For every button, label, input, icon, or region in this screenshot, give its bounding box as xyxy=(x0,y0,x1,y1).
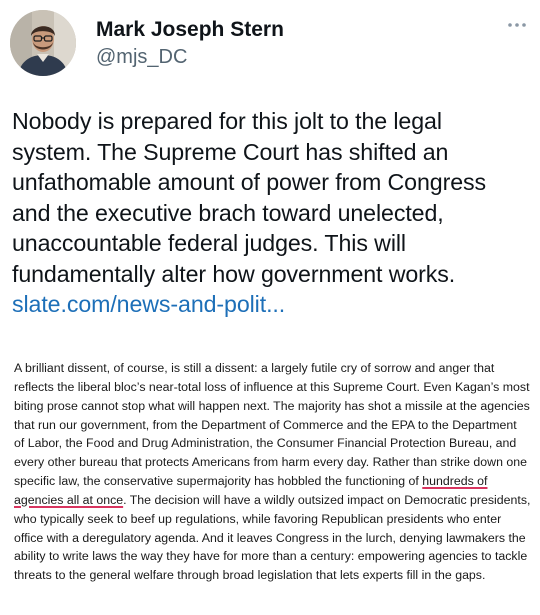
author-handle[interactable]: @mjs_DC xyxy=(96,46,187,69)
author-name[interactable]: Mark Joseph Stern xyxy=(96,18,284,42)
highlighted-phrase: hundreds of xyxy=(422,474,488,489)
excerpt-line: that run our government, from the Depart… xyxy=(14,417,517,432)
tweet-text-line: system. The Supreme Court has shifted an xyxy=(12,138,449,165)
tweet-text-line: fundamentally alter how government works… xyxy=(12,260,456,287)
excerpt-line: agencies all at once. The decision will … xyxy=(14,491,536,510)
article-link[interactable]: slate.com/news-and-polit... xyxy=(12,289,532,320)
tweet-text: Nobody is prepared for this jolt to the … xyxy=(12,106,532,320)
profile-photo xyxy=(10,10,76,76)
tweet-header: Mark Joseph Stern @mjs_DC xyxy=(10,10,530,76)
excerpt-line: A brilliant dissent, of course, is still… xyxy=(14,361,495,375)
article-excerpt-image[interactable]: A brilliant dissent, of course, is still… xyxy=(14,359,536,585)
tweet-text-line: Nobody is prepared for this jolt to the … xyxy=(12,108,442,134)
excerpt-line: office with a deregulatory agenda. And i… xyxy=(14,530,526,545)
tweet-text-line: unfathomable amount of power from Congre… xyxy=(12,169,486,195)
excerpt-line: biting prose cannot stop what will happe… xyxy=(14,398,530,413)
excerpt-line: reflects the liberal bloc’s near-total l… xyxy=(14,379,530,394)
excerpt-line: who typically seek to beef up regulation… xyxy=(14,511,502,526)
excerpt-line: ability to write laws the way they have … xyxy=(14,549,528,564)
avatar[interactable] xyxy=(10,10,76,76)
more-horizontal-icon[interactable] xyxy=(506,18,528,32)
excerpt-text: specific law, the conservative supermajo… xyxy=(14,474,423,489)
tweet-text-line: unaccountable federal judges. This will xyxy=(12,230,406,256)
excerpt-text: . The decision will have a wildly outsiz… xyxy=(123,492,531,507)
excerpt-line: threats to the general welfare through b… xyxy=(14,568,486,583)
excerpt-line: every other bureau that protects America… xyxy=(14,455,527,470)
highlighted-phrase: agencies all at once xyxy=(14,492,124,507)
excerpt-line: of Labor, the Food and Drug Administrati… xyxy=(14,436,517,451)
excerpt-line: specific law, the conservative supermajo… xyxy=(14,472,536,491)
tweet-text-line: and the executive brach toward unelected… xyxy=(12,199,444,226)
